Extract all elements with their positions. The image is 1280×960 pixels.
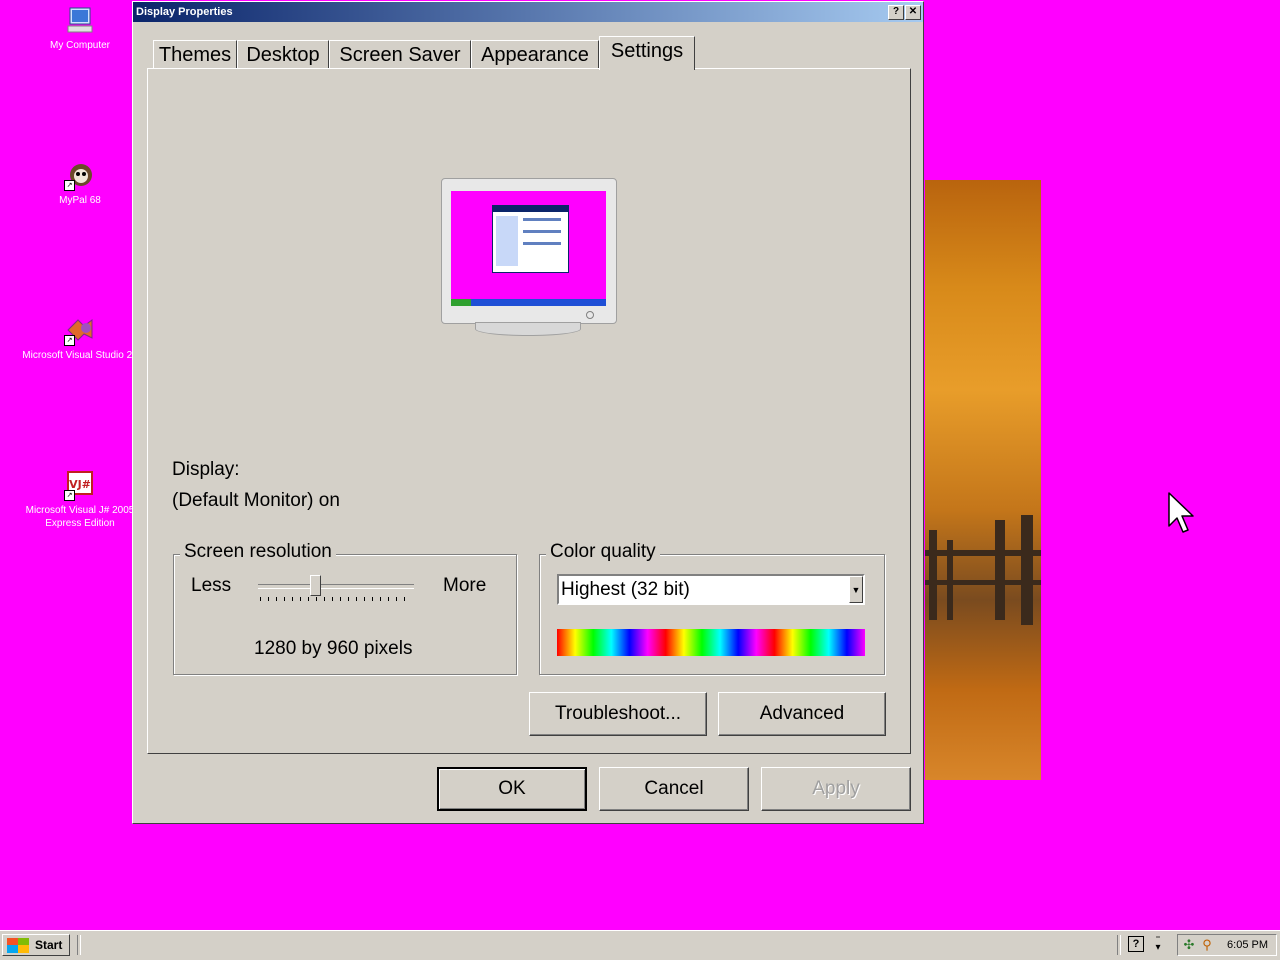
tab-settings[interactable]: Settings — [599, 36, 695, 70]
visual-studio-icon: ↗ — [64, 314, 96, 346]
desktop-icon-my-computer[interactable]: My Computer — [12, 4, 148, 52]
color-quality-title: Color quality — [546, 541, 660, 563]
system-tray: ✣ ⚲ 6:05 PM — [1177, 934, 1277, 956]
clock[interactable]: 6:05 PM — [1227, 935, 1268, 955]
tab-themes[interactable]: Themes — [153, 40, 237, 68]
mouse-cursor-icon — [1168, 492, 1194, 533]
display-properties-dialog: Display Properties ? ✕ Themes Desktop Sc… — [132, 1, 924, 824]
resolution-slider-track[interactable] — [258, 584, 414, 589]
preview-taskbar — [451, 299, 606, 306]
desktop-icon-label: My Computer — [49, 40, 110, 51]
taskbar-separator — [1117, 935, 1121, 955]
desktop-icon-label: Microsoft Visual J# 2005 Express Edition — [25, 505, 135, 529]
dropdown-arrow-icon[interactable]: ▼ — [849, 576, 863, 603]
wallpaper-image — [925, 180, 1041, 780]
color-quality-selected: Highest (32 bit) — [561, 579, 690, 600]
close-button[interactable]: ✕ — [905, 5, 921, 20]
mypal-browser-icon: ↗ — [64, 159, 96, 191]
computer-icon — [64, 4, 96, 36]
start-button[interactable]: Start — [2, 934, 70, 956]
desktop-icon-label: MyPal 68 — [59, 195, 101, 206]
monitor-bezel — [441, 178, 617, 324]
monitor-preview — [441, 178, 617, 336]
windows-flag-icon — [7, 938, 29, 953]
screen-resolution-group: Screen resolution Less More 1280 by 960 … — [173, 541, 517, 675]
dialog-title: Display Properties — [136, 6, 233, 18]
resolution-value: 1280 by 960 pixels — [254, 638, 413, 659]
help-icon[interactable]: ? — [1128, 936, 1144, 952]
language-bar-icon[interactable]: ⁼ ▾ — [1152, 935, 1164, 953]
monitor-stand — [475, 322, 581, 336]
ok-button[interactable]: OK — [437, 767, 587, 811]
tab-appearance[interactable]: Appearance — [471, 40, 599, 68]
slider-ticks — [260, 597, 412, 601]
screen-resolution-title: Screen resolution — [180, 541, 336, 563]
visual-jsharp-icon: VJ# ↗ — [64, 469, 96, 501]
desktop-icon-visual-studio[interactable]: ↗ Microsoft Visual Studio 20 — [12, 314, 148, 362]
apply-button: Apply — [761, 767, 911, 811]
monitor-power-icon — [586, 311, 594, 319]
start-label: Start — [35, 938, 63, 952]
slider-less-label: Less — [191, 575, 232, 596]
desktop-icon-visual-jsharp[interactable]: VJ# ↗ Microsoft Visual J# 2005 Express E… — [12, 469, 148, 530]
preview-window — [492, 205, 569, 273]
monitor-screen — [451, 191, 606, 306]
fence-image — [925, 510, 1041, 630]
color-spectrum-preview — [557, 629, 865, 656]
network-icon[interactable]: ✣ — [1181, 937, 1197, 953]
slider-more-label: More — [443, 575, 487, 596]
shortcut-arrow-icon: ↗ — [64, 490, 75, 501]
troubleshoot-button[interactable]: Troubleshoot... — [529, 692, 707, 736]
color-quality-group: Color quality Highest (32 bit) ▼ — [539, 541, 885, 675]
search-icon[interactable]: ⚲ — [1199, 937, 1215, 953]
desktop-icon-mypal[interactable]: ↗ MyPal 68 — [12, 159, 148, 207]
shortcut-arrow-icon: ↗ — [64, 180, 75, 191]
tab-desktop[interactable]: Desktop — [237, 40, 329, 68]
display-value: (Default Monitor) on — [172, 490, 340, 511]
color-quality-select[interactable]: Highest (32 bit) ▼ — [557, 574, 865, 605]
display-label: Display: — [172, 459, 240, 480]
tab-screen-saver[interactable]: Screen Saver — [329, 40, 471, 68]
dialog-titlebar[interactable]: Display Properties ? ✕ — [133, 2, 923, 22]
cancel-button[interactable]: Cancel — [599, 767, 749, 811]
help-button[interactable]: ? — [888, 5, 904, 20]
taskbar-separator — [77, 935, 81, 955]
resolution-slider-thumb[interactable] — [310, 575, 321, 596]
desktop-icon-label: Microsoft Visual Studio 20 — [22, 350, 138, 361]
taskbar: Start ? ⁼ ▾ ✣ ⚲ 6:05 PM — [0, 930, 1280, 960]
advanced-button[interactable]: Advanced — [718, 692, 886, 736]
shortcut-arrow-icon: ↗ — [64, 335, 75, 346]
